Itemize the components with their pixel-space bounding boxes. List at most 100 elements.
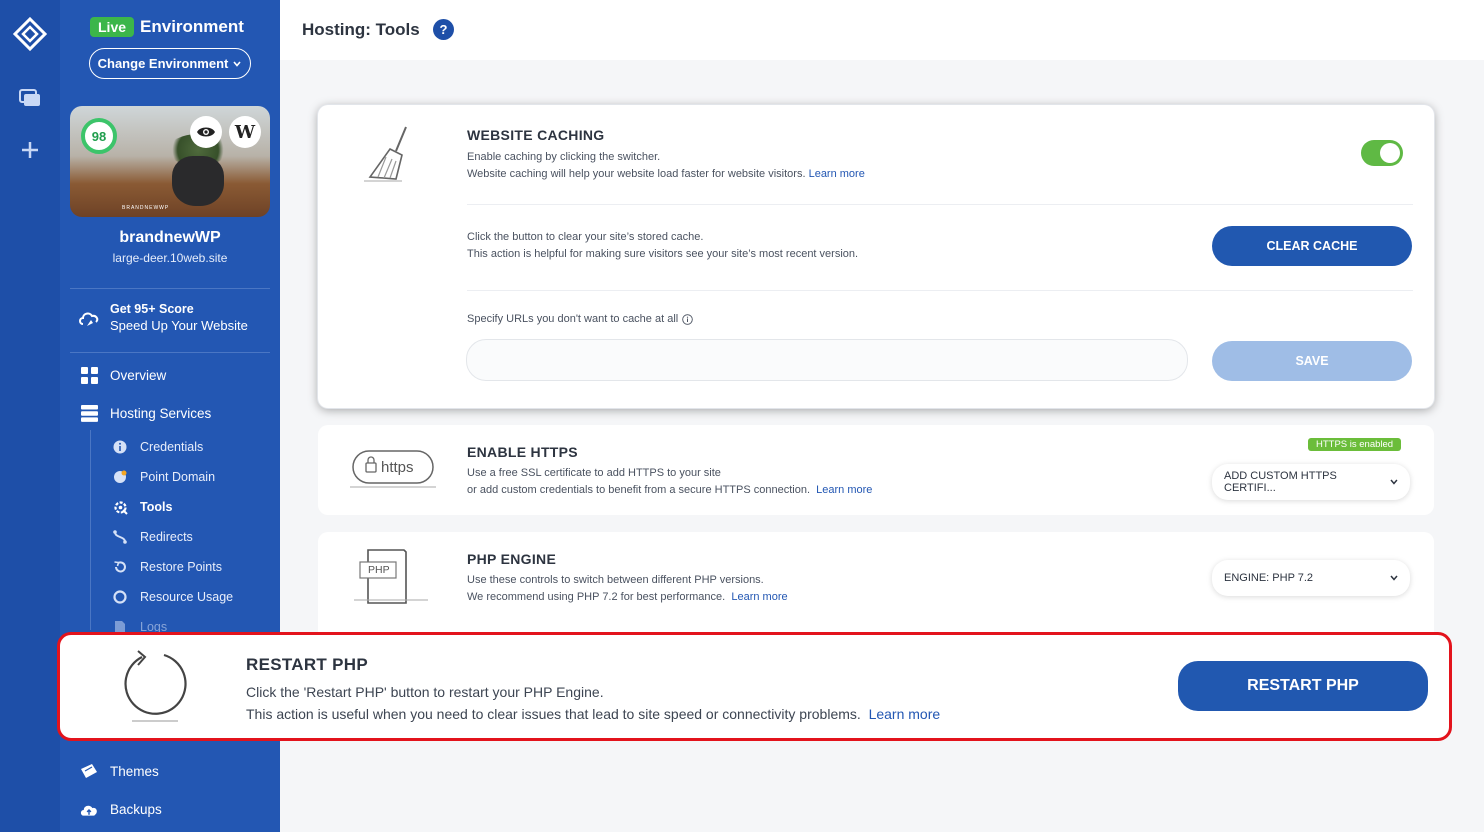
caching-line-1: Enable caching by clicking the switcher. [467, 151, 661, 163]
help-button[interactable]: ? [433, 19, 454, 40]
chevron-down-icon [1390, 479, 1398, 485]
sidebar-item-redirects[interactable]: Redirects [112, 529, 193, 545]
info-icon[interactable] [682, 314, 693, 325]
https-line-2-text: or add custom credentials to benefit fro… [467, 484, 810, 496]
thumbnail-pot [172, 156, 224, 206]
exclude-urls-label: Specify URLs you don't want to cache at … [467, 311, 693, 328]
restart-php-description: Click the 'Restart PHP' button to restar… [246, 681, 940, 725]
site-thumbnail[interactable]: BRANDNEWWP 98 W [70, 106, 270, 217]
restart-php-button[interactable]: RESTART PHP [1178, 661, 1428, 711]
clear-cache-button[interactable]: CLEAR CACHE [1212, 226, 1412, 266]
sidebar-item-label: Resource Usage [140, 590, 234, 604]
nav-overview[interactable]: Overview [80, 366, 166, 384]
cloud-rocket-icon [79, 312, 99, 326]
website-caching-card: WEBSITE CACHING Enable caching by clicki… [318, 105, 1434, 408]
php-engine-select[interactable]: ENGINE: PHP 7.2 [1212, 560, 1410, 596]
nav-hosting-services[interactable]: Hosting Services [80, 404, 211, 422]
speed-up-promo[interactable]: Get 95+ Score Speed Up Your Website [78, 302, 248, 333]
app-logo-icon[interactable] [13, 17, 47, 51]
environment-header: Live Environment [90, 17, 244, 37]
restart-php-button-label: RESTART PHP [1247, 677, 1359, 694]
restart-line-2-text: This action is useful when you need to c… [246, 706, 861, 722]
redirect-icon [112, 529, 128, 545]
sidebar-item-restore-points[interactable]: Restore Points [112, 559, 222, 575]
left-rail [0, 0, 60, 832]
performance-score-badge[interactable]: 98 [81, 118, 117, 154]
submenu-guide-line [90, 430, 91, 630]
https-title: ENABLE HTTPS [467, 444, 578, 460]
exclude-urls-label-text: Specify URLs you don't want to cache at … [467, 313, 679, 325]
php-learn-more-link[interactable]: Learn more [731, 591, 787, 603]
php-line-2: We recommend using PHP 7.2 for best perf… [467, 589, 788, 606]
https-learn-more-link[interactable]: Learn more [816, 484, 872, 496]
https-status-badge: HTTPS is enabled [1308, 438, 1402, 451]
nav-backups[interactable]: Backups [80, 800, 162, 818]
php-file-icon [354, 549, 428, 604]
resource-gauge-icon [112, 589, 128, 605]
sidebar-divider [70, 288, 270, 289]
restore-icon [112, 559, 128, 575]
wordpress-icon: W [234, 121, 256, 143]
sites-icon[interactable] [18, 86, 42, 110]
clear-cache-button-label: CLEAR CACHE [1266, 239, 1358, 253]
promo-line-2: Speed Up Your Website [110, 318, 248, 333]
php-line-2-text: We recommend using PHP 7.2 for best perf… [467, 591, 726, 603]
wordpress-admin-button[interactable]: W [229, 116, 261, 148]
question-icon: ? [439, 22, 448, 37]
caching-line-2: Website caching will help your website l… [467, 166, 865, 183]
chevron-down-icon [1390, 575, 1398, 581]
info-icon [112, 439, 128, 455]
server-icon [80, 404, 98, 422]
sidebar-item-label: Restore Points [140, 560, 222, 574]
site-name: brandnewWP [119, 229, 221, 246]
save-button[interactable]: SAVE [1212, 341, 1412, 381]
nav-themes[interactable]: Themes [80, 762, 159, 780]
live-badge: Live [90, 17, 135, 37]
sidebar-item-label: Redirects [140, 530, 193, 544]
thumbnail-brand-text: BRANDNEWWP [122, 205, 170, 211]
exclude-urls-input[interactable] [466, 339, 1188, 381]
change-environment-label: Change Environment [97, 56, 229, 71]
content-background [280, 743, 1484, 832]
change-environment-button[interactable]: Change Environment [89, 48, 251, 79]
page-title: Hosting: Tools [302, 20, 420, 39]
nav-backups-label: Backups [110, 801, 162, 817]
enable-https-card: https ENABLE HTTPS Use a free SSL certif… [318, 425, 1434, 515]
clear-cache-line-2: This action is helpful for making sure v… [467, 248, 859, 260]
caching-description: Enable caching by clicking the switcher.… [467, 149, 865, 183]
caching-learn-more-link[interactable]: Learn more [809, 168, 865, 180]
restart-learn-more-link[interactable]: Learn more [869, 706, 941, 722]
preview-eye-button[interactable] [190, 116, 222, 148]
page-header: Hosting: Tools ? [280, 0, 1484, 60]
sidebar-item-label: Tools [140, 500, 173, 514]
https-certificate-select[interactable]: ADD CUSTOM HTTPS CERTIFI... [1212, 464, 1410, 500]
toggle-knob [1380, 143, 1400, 163]
add-icon[interactable] [18, 138, 42, 162]
sidebar-item-point-domain[interactable]: Point Domain [112, 469, 215, 485]
clear-cache-description: Click the button to clear your site’s st… [467, 229, 858, 263]
broom-icon [364, 126, 407, 182]
clear-cache-line-1: Click the button to clear your site’s st… [467, 231, 704, 243]
grid-icon [80, 366, 98, 384]
caching-toggle[interactable] [1361, 140, 1403, 166]
globe-icon [112, 469, 128, 485]
php-icon-text: PHP [368, 564, 390, 576]
eye-icon [197, 127, 215, 137]
https-description: Use a free SSL certificate to add HTTPS … [467, 465, 872, 499]
sidebar-item-credentials[interactable]: Credentials [112, 439, 203, 455]
nav-themes-label: Themes [110, 763, 159, 779]
section-divider [467, 290, 1413, 291]
sidebar-item-tools[interactable]: Tools [112, 499, 172, 515]
brush-icon [80, 762, 98, 780]
php-line-1: Use these controls to switch between dif… [467, 574, 764, 586]
restart-line-1: Click the 'Restart PHP' button to restar… [246, 684, 604, 700]
caching-title: WEBSITE CACHING [467, 127, 605, 143]
site-url[interactable]: large-deer.10web.site [60, 251, 280, 265]
https-select-value: ADD CUSTOM HTTPS CERTIFI... [1224, 470, 1337, 494]
sidebar-item-resource-usage[interactable]: Resource Usage [112, 589, 233, 605]
restart-line-2: This action is useful when you need to c… [246, 703, 940, 725]
save-button-label: SAVE [1295, 354, 1329, 368]
php-engine-title: PHP ENGINE [467, 551, 557, 567]
php-engine-description: Use these controls to switch between dif… [467, 572, 788, 606]
restart-php-title: RESTART PHP [246, 655, 368, 674]
